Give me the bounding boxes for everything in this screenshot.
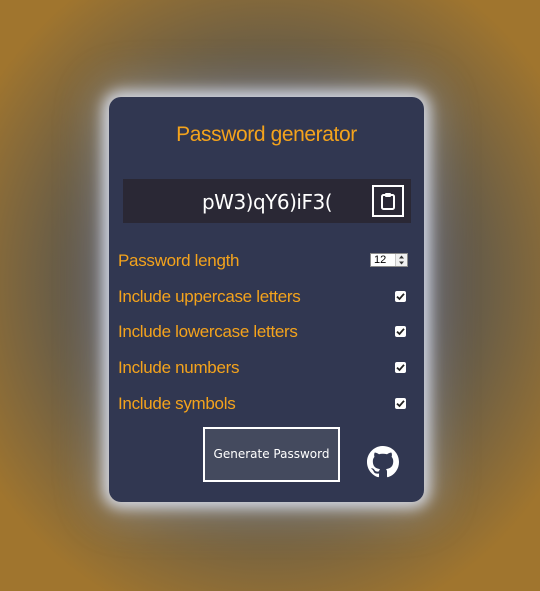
uppercase-checkbox[interactable]	[395, 291, 406, 302]
app-title: Password generator	[176, 123, 357, 146]
checkmark-icon	[396, 364, 405, 372]
setting-uppercase: Include uppercase letters	[118, 285, 408, 311]
setting-lowercase: Include lowercase letters	[118, 320, 408, 346]
checkmark-icon	[396, 400, 405, 408]
length-decrement-button[interactable]	[396, 260, 407, 266]
symbols-label: Include symbols	[118, 394, 236, 413]
clipboard-icon	[381, 193, 395, 210]
checkmark-icon	[396, 293, 405, 301]
setting-symbols: Include symbols	[118, 392, 408, 418]
copy-to-clipboard-button[interactable]	[372, 185, 404, 217]
setting-numbers: Include numbers	[118, 356, 408, 382]
uppercase-label: Include uppercase letters	[118, 287, 301, 306]
password-length-value: 12	[374, 254, 387, 266]
github-icon	[367, 446, 399, 478]
checkmark-icon	[396, 328, 405, 336]
generate-password-button[interactable]: Generate Password	[203, 427, 340, 482]
symbols-checkbox[interactable]	[395, 398, 406, 409]
length-spinner	[395, 254, 407, 266]
chevron-up-icon	[399, 255, 404, 259]
numbers-label: Include numbers	[118, 358, 240, 377]
generated-password: pW3)qY6)iF3(	[201, 190, 333, 214]
numbers-checkbox[interactable]	[395, 362, 406, 373]
password-generator-card: Password generator pW3)qY6)iF3( Password…	[109, 97, 424, 502]
password-result-box: pW3)qY6)iF3(	[123, 179, 411, 223]
chevron-down-icon	[399, 261, 404, 265]
lowercase-label: Include lowercase letters	[118, 322, 298, 341]
setting-password-length: Password length 12	[118, 249, 408, 275]
lowercase-checkbox[interactable]	[395, 326, 406, 337]
password-length-label: Password length	[118, 251, 240, 270]
github-link[interactable]	[367, 446, 399, 478]
password-length-input[interactable]: 12	[370, 253, 408, 267]
